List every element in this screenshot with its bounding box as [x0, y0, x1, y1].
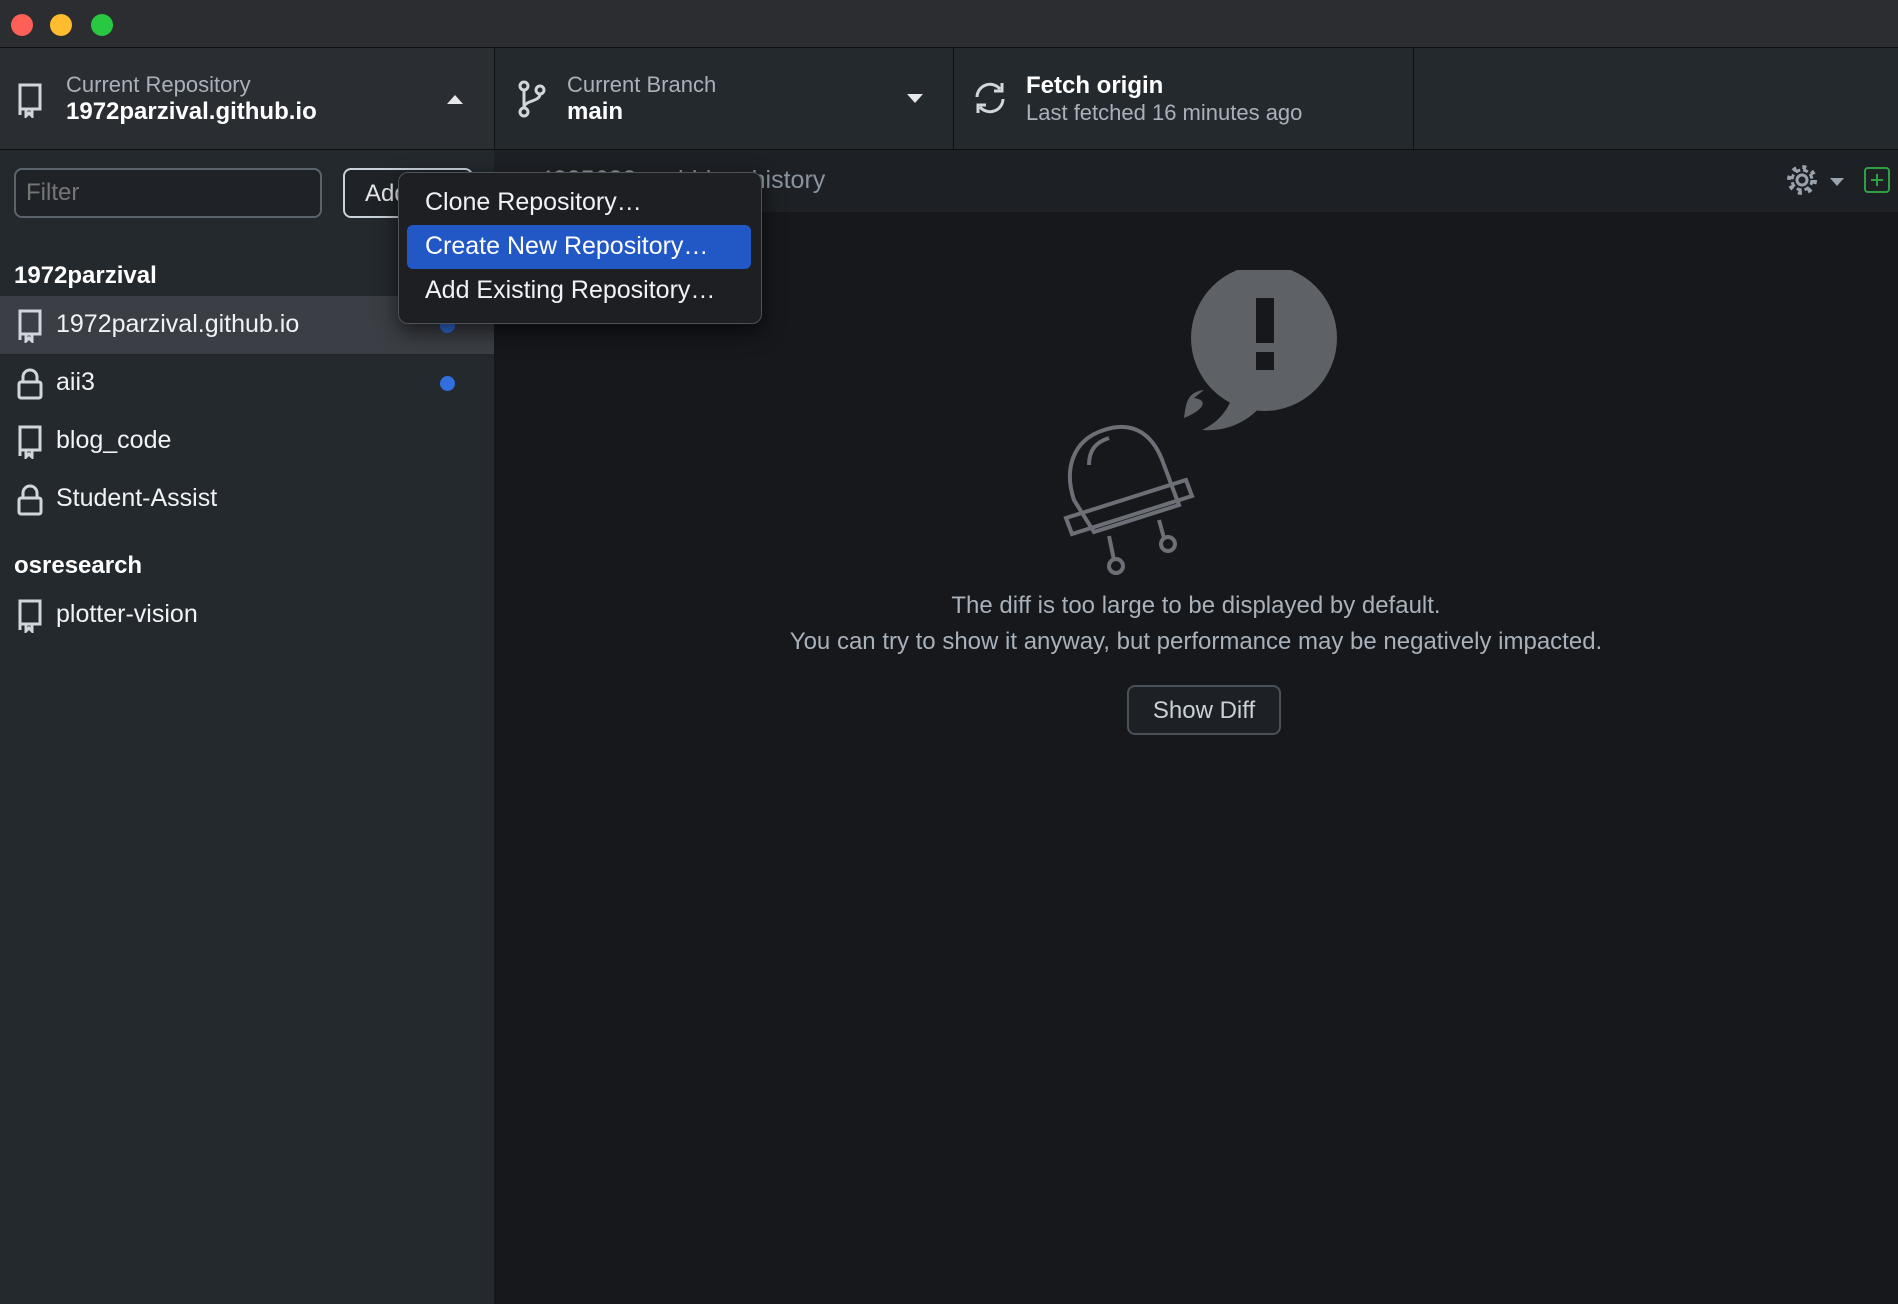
- caret-down-icon: [907, 94, 923, 103]
- repo-list-item[interactable]: blog_code: [0, 412, 494, 470]
- lock-icon: [17, 368, 43, 400]
- repo-icon: [18, 599, 42, 633]
- repo-list-item[interactable]: Student-Assist: [0, 470, 494, 528]
- add-existing-repository-menu-item[interactable]: Add Existing Repository…: [407, 269, 751, 313]
- repo-name: aii3: [56, 368, 95, 396]
- lock-icon: [17, 484, 43, 516]
- caret-down-icon[interactable]: [1830, 178, 1844, 187]
- toolbar: Current Repository 1972parzival.github.i…: [0, 48, 1898, 150]
- current-branch-button[interactable]: Current Branch main: [494, 48, 954, 149]
- last-fetched-text: Last fetched 16 minutes ago: [1026, 100, 1303, 125]
- title-bar: [0, 0, 1898, 48]
- repo-name: plotter-vision: [56, 600, 198, 628]
- minimize-window-button[interactable]: [50, 14, 72, 36]
- performance-warning-message: You can try to show it anyway, but perfo…: [789, 628, 1603, 655]
- add-repository-menu: Clone Repository… Create New Repository……: [398, 172, 762, 324]
- repo-list-item[interactable]: aii3: [0, 354, 494, 412]
- group-title: 1972parzival: [14, 262, 157, 289]
- repo-list-item[interactable]: plotter-vision: [0, 586, 494, 644]
- current-repository-name: 1972parzival.github.io: [66, 98, 317, 125]
- clone-repository-menu-item[interactable]: Clone Repository…: [407, 181, 751, 225]
- current-repository-label: Current Repository: [66, 72, 251, 97]
- repo-icon: [18, 309, 42, 343]
- create-new-repository-menu-item[interactable]: Create New Repository…: [407, 225, 751, 269]
- current-branch-label: Current Branch: [567, 72, 717, 97]
- branch-icon: [518, 80, 546, 118]
- unread-dot: [440, 376, 455, 391]
- repo-name: Student-Assist: [56, 484, 218, 512]
- filter-input[interactable]: [14, 168, 322, 218]
- zoom-window-button[interactable]: [91, 14, 113, 36]
- sync-icon: [975, 82, 1005, 114]
- fetch-origin-button[interactable]: Fetch origin Last fetched 16 minutes ago: [954, 48, 1414, 149]
- current-repository-button[interactable]: Current Repository 1972parzival.github.i…: [0, 48, 494, 149]
- close-window-button[interactable]: [11, 14, 33, 36]
- caret-up-icon: [447, 95, 463, 104]
- fetch-origin-title: Fetch origin: [1026, 72, 1164, 99]
- diff-too-large-message: The diff is too large to be displayed by…: [951, 592, 1441, 619]
- add-file-icon[interactable]: [1864, 167, 1890, 193]
- repo-name: 1972parzival.github.io: [56, 310, 300, 338]
- show-diff-button[interactable]: Show Diff: [1127, 685, 1281, 735]
- repo-icon: [18, 425, 42, 459]
- repo-icon: [18, 83, 42, 118]
- gear-icon[interactable]: [1784, 162, 1820, 198]
- repo-name: blog_code: [56, 426, 172, 454]
- group-title: osresearch: [14, 552, 143, 579]
- large-diff-illustration-icon: [1063, 270, 1337, 575]
- current-branch-name: main: [567, 98, 624, 125]
